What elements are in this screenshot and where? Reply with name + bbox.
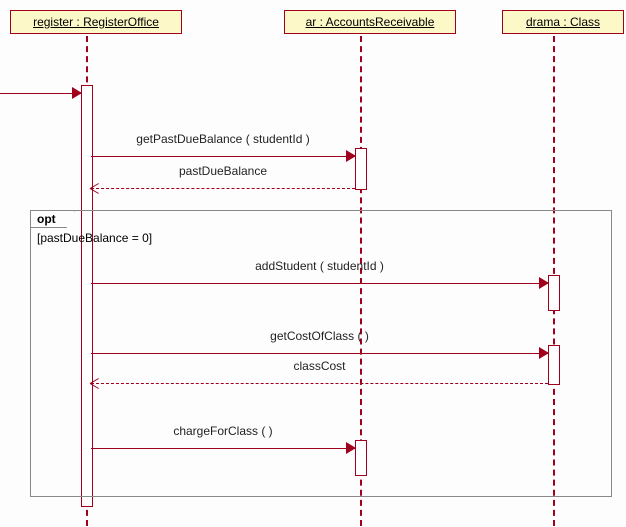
msg-classcost: classCost — [91, 375, 548, 391]
arrow-icon — [90, 376, 100, 386]
msg-chargeforclass-label: chargeForClass ( ) — [173, 424, 272, 438]
lifeline-ar-head: ar : AccountsReceivable — [284, 10, 456, 34]
arrow-icon — [90, 181, 100, 191]
found-message — [0, 85, 81, 101]
msg-chargeforclass: chargeForClass ( ) — [91, 440, 355, 456]
fragment-operator: opt — [31, 211, 75, 228]
fragment-guard: [pastDueBalance = 0] — [37, 231, 152, 245]
lifeline-drama-label: drama : Class — [526, 15, 600, 29]
lifeline-register-label: register : RegisterOffice — [33, 15, 159, 29]
lifeline-drama-head: drama : Class — [502, 10, 624, 34]
lifeline-ar-label: ar : AccountsReceivable — [306, 15, 435, 29]
msg-pastduebalance: pastDueBalance — [91, 180, 355, 196]
activation-drama-1 — [548, 275, 560, 311]
msg-getpastdue-label: getPastDueBalance ( studentId ) — [136, 132, 309, 146]
msg-addstudent-label: addStudent ( studentId ) — [255, 259, 384, 273]
msg-getpastdue: getPastDueBalance ( studentId ) — [91, 148, 355, 164]
msg-classcost-label: classCost — [293, 359, 345, 373]
msg-pastduebalance-label: pastDueBalance — [179, 164, 267, 178]
msg-getcost-label: getCostOfClass ( ) — [270, 329, 369, 343]
msg-addstudent: addStudent ( studentId ) — [91, 275, 548, 291]
activation-ar-1 — [355, 148, 367, 190]
activation-ar-2 — [355, 440, 367, 476]
lifeline-register-head: register : RegisterOffice — [10, 10, 182, 34]
activation-drama-2 — [548, 345, 560, 385]
